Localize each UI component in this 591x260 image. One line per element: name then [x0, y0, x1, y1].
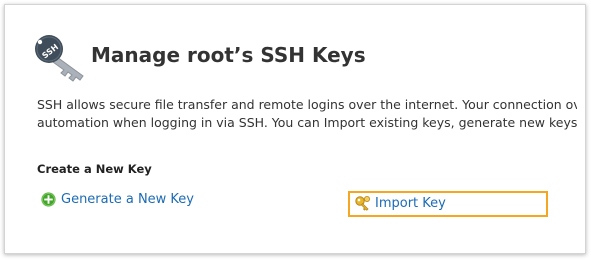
- plus-circle-icon: [41, 192, 56, 207]
- page-header: SSH Manage root’s SSH Keys: [5, 5, 585, 105]
- ssh-description: SSH allows secure file transfer and remo…: [37, 96, 577, 132]
- generate-key-label[interactable]: Generate a New Key: [61, 192, 194, 207]
- key-icon: [355, 196, 370, 211]
- ssh-keys-panel: SSH Manage root’s SSH Keys SSH allows se…: [4, 4, 586, 254]
- generate-key-link[interactable]: Generate a New Key: [41, 192, 194, 207]
- description-line-2: automation when logging in via SSH. You …: [37, 115, 577, 130]
- page-title: Manage root’s SSH Keys: [91, 43, 366, 67]
- import-key-link[interactable]: Import Key: [354, 195, 446, 211]
- import-key-label[interactable]: Import Key: [375, 196, 446, 211]
- description-line-1: SSH allows secure file transfer and remo…: [37, 97, 577, 112]
- import-key-highlight: Import Key: [348, 191, 548, 217]
- ssh-key-icon: SSH: [35, 35, 84, 82]
- create-key-heading: Create a New Key: [37, 162, 152, 176]
